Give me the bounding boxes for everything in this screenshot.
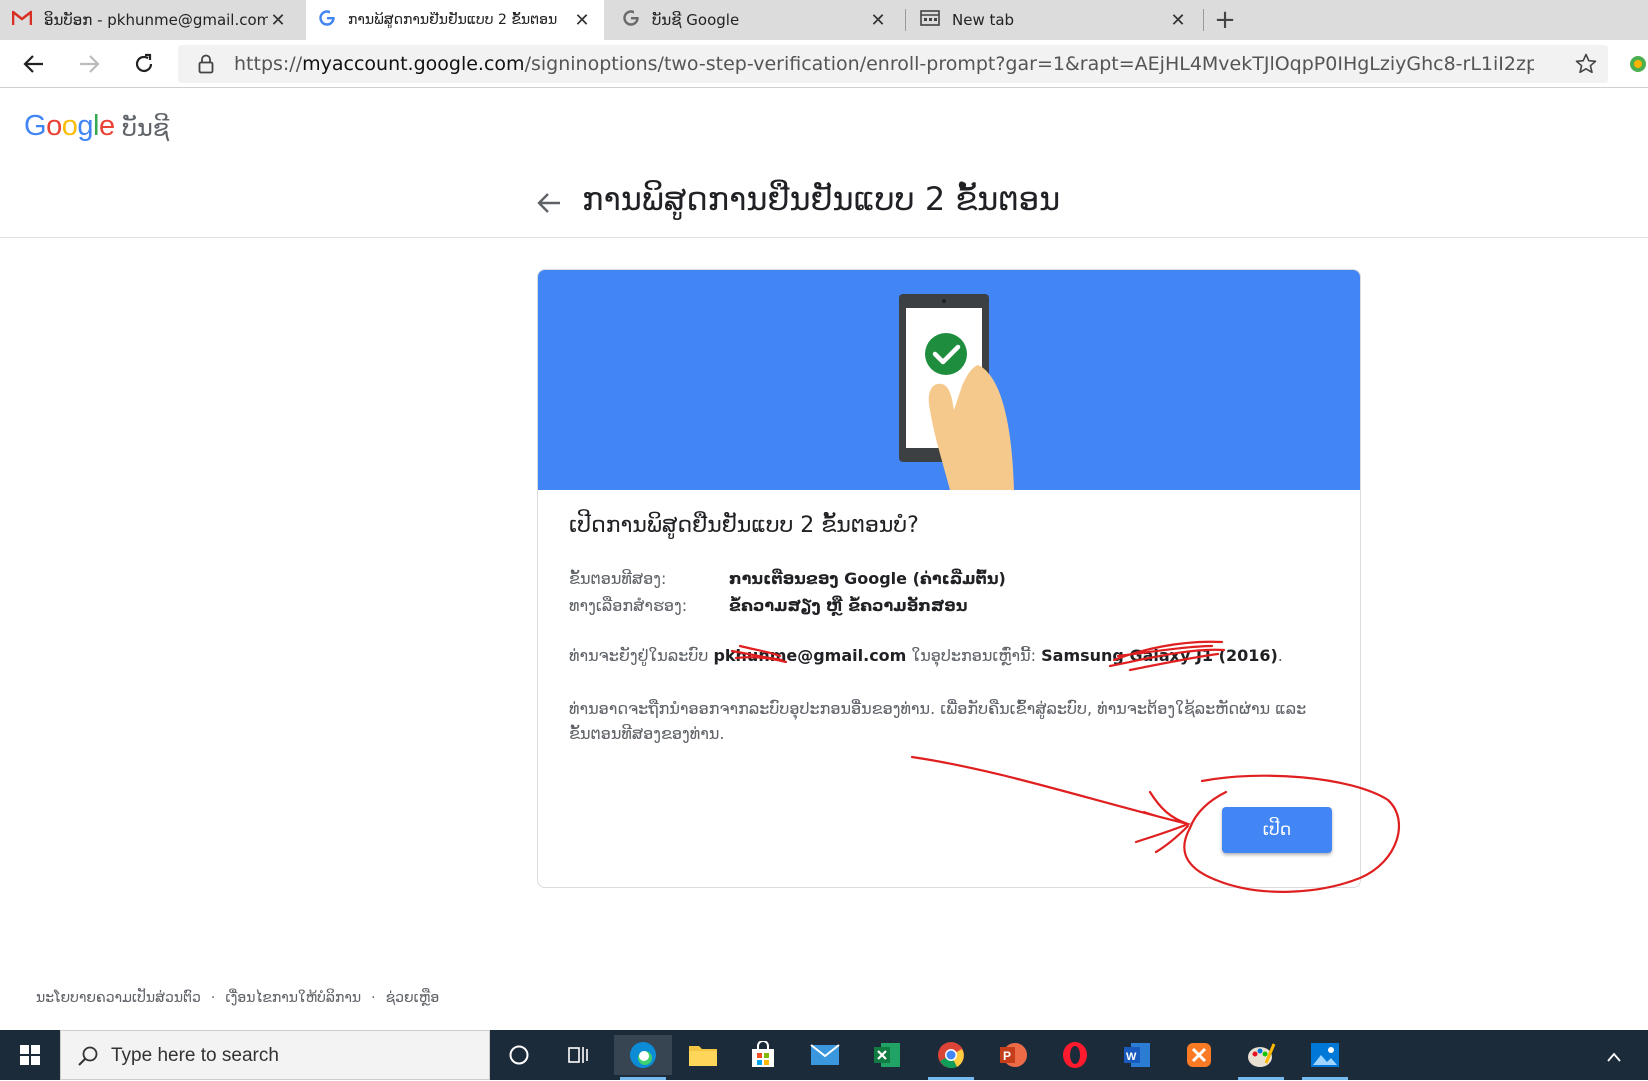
browser-toolbar: https://myaccount.google.com/signinoptio… bbox=[0, 40, 1648, 88]
browser-tab-strip: ອິນບັອກ - pkhunme@gmail.com - ✕ ການພິສູດ… bbox=[0, 0, 1648, 40]
search-placeholder: Type here to search bbox=[111, 1045, 279, 1066]
extension-icon[interactable] bbox=[1628, 54, 1648, 78]
chevron-up-icon[interactable] bbox=[1606, 1048, 1622, 1067]
url-text: https://myaccount.google.com/signinoptio… bbox=[234, 45, 1534, 83]
footer-separator: · bbox=[210, 990, 216, 1006]
close-icon[interactable]: ✕ bbox=[868, 10, 888, 31]
new-tab-button[interactable]: + bbox=[1210, 4, 1240, 36]
refresh-button[interactable] bbox=[128, 48, 160, 80]
start-button[interactable] bbox=[0, 1030, 60, 1080]
back-arrow-icon[interactable] bbox=[536, 190, 562, 216]
privacy-link[interactable]: ນະໂຍບາຍຄວາມເປັນສ່ວນຕົວ bbox=[36, 990, 201, 1006]
taskbar-search-box[interactable]: Type here to search bbox=[60, 1030, 490, 1080]
logo-letter: e bbox=[98, 110, 115, 142]
svg-text:P: P bbox=[1003, 1049, 1011, 1063]
account-email: pkhunme@gmail.com bbox=[713, 646, 907, 665]
second-step-label: ຂັ້ນຕອນທີສອງ: bbox=[569, 569, 667, 588]
logo-letter: o bbox=[46, 110, 62, 142]
logo-letter: G bbox=[24, 110, 47, 142]
header-divider bbox=[0, 237, 1648, 238]
lock-icon[interactable] bbox=[198, 54, 214, 78]
edge-icon[interactable] bbox=[614, 1035, 672, 1080]
gmail-icon bbox=[11, 10, 33, 30]
xampp-icon[interactable] bbox=[1170, 1035, 1228, 1075]
tab-title: New tab bbox=[952, 11, 1015, 29]
back-arrow-icon bbox=[23, 55, 43, 73]
url-host: myaccount.google.com bbox=[302, 53, 525, 75]
logo-letter: o bbox=[61, 110, 78, 142]
paint-icon[interactable] bbox=[1232, 1035, 1290, 1080]
tab-google-account[interactable]: ບັນຊີ Google ✕ bbox=[610, 0, 900, 40]
backup-option-value: ຂໍ້ຄວາມສຽງ ຫຼື ຂໍ້ຄວາມອັກສອນ bbox=[729, 596, 968, 615]
tab-divider bbox=[905, 9, 906, 31]
help-link[interactable]: ຊ່ວຍເຫຼືອ bbox=[386, 990, 440, 1006]
tab-title: ບັນຊີ Google bbox=[652, 11, 740, 29]
address-bar[interactable]: https://myaccount.google.com/signinoptio… bbox=[178, 45, 1608, 83]
google-logo[interactable]: Google bbox=[24, 110, 115, 143]
tab-new-tab[interactable]: New tab ✕ bbox=[908, 0, 1200, 40]
opera-icon[interactable] bbox=[1046, 1035, 1104, 1075]
google-g-icon bbox=[622, 9, 640, 31]
svg-text:W: W bbox=[1126, 1051, 1137, 1063]
signout-note: ທ່ານອາດຈະຖືກນຳອອກຈາກລະບົບອຸປະກອນອື່ນຂອງທ… bbox=[569, 699, 1307, 743]
powerpoint-icon[interactable]: P bbox=[984, 1035, 1042, 1075]
check-circle-icon bbox=[925, 333, 967, 375]
second-step-value: ການເຕືອນຂອງ Google (ຄ່າເລີ່ມຕົ້ນ) bbox=[729, 569, 1006, 588]
chrome-icon[interactable] bbox=[922, 1035, 980, 1080]
card-heading: ເປີດການພິສູດຢືນຢັນແບບ 2 ຂັ້ນຕອນບໍ? bbox=[569, 513, 919, 538]
photos-icon[interactable] bbox=[1296, 1035, 1354, 1080]
close-icon[interactable]: ✕ bbox=[1168, 10, 1188, 31]
signed-in-prefix: ທ່ານຈະຍັງຢູ່ໃນລະບົບ bbox=[569, 646, 709, 665]
account-label: ບັນຊີ bbox=[122, 114, 170, 142]
google-g-icon bbox=[318, 9, 336, 31]
logo-letter: g bbox=[77, 110, 93, 142]
mail-icon[interactable] bbox=[796, 1035, 854, 1075]
store-icon[interactable] bbox=[734, 1035, 792, 1075]
signed-in-suffix: . bbox=[1277, 646, 1283, 665]
back-button[interactable] bbox=[18, 48, 50, 80]
tab-inbox[interactable]: ອິນບັອກ - pkhunme@gmail.com - ✕ bbox=[0, 0, 300, 40]
url-prefix: https:// bbox=[234, 53, 303, 75]
backup-option-label: ທາງເລືອກສຳຮອງ: bbox=[569, 596, 688, 615]
footer-separator: · bbox=[371, 990, 376, 1006]
windows-logo-icon bbox=[20, 1045, 40, 1065]
tab-title: ອິນບັອກ - pkhunme@gmail.com - bbox=[44, 11, 268, 29]
word-icon[interactable]: W bbox=[1108, 1035, 1166, 1075]
file-explorer-icon[interactable] bbox=[674, 1035, 732, 1075]
signed-in-devices-text: ທ່ານຈະຍັງຢູ່ໃນລະບົບ pkhunme@gmail.com ໃນ… bbox=[569, 646, 1283, 665]
tab-title: ການພິສູດການຢືນຢັນແບບ 2 ຂັ້ນຕອນ bbox=[348, 12, 558, 28]
forward-button[interactable] bbox=[73, 48, 105, 80]
enroll-prompt-card: ເປີດການພິສູດຢືນຢັນແບບ 2 ຂັ້ນຕອນບໍ? ຂັ້ນຕ… bbox=[537, 269, 1361, 888]
terms-link[interactable]: ເງື່ອນໄຂການໃຫ້ບໍລິການ bbox=[225, 990, 361, 1006]
card-banner bbox=[538, 270, 1360, 490]
page-footer: ນະໂຍບາຍຄວາມເປັນສ່ວນຕົວ · ເງື່ອນໄຂການໃຫ້ບໍລ… bbox=[36, 990, 439, 1006]
favorite-star-icon[interactable] bbox=[1574, 52, 1598, 80]
phone-confirmation-illustration bbox=[899, 294, 1014, 490]
excel-icon[interactable] bbox=[858, 1035, 916, 1075]
windows-taskbar: Type here to search P W bbox=[0, 1030, 1648, 1080]
turn-on-button[interactable]: ເປີດ bbox=[1222, 807, 1332, 853]
forward-arrow-icon bbox=[80, 55, 100, 73]
device-name: Samsung Galaxy J1 (2016) bbox=[1041, 646, 1278, 665]
close-icon[interactable]: ✕ bbox=[572, 10, 592, 31]
refresh-icon bbox=[135, 53, 153, 73]
page-title: ການພິສູດການຢືນຢັນແບບ 2 ຂັ້ນຕອນ bbox=[582, 180, 1061, 218]
close-icon[interactable]: ✕ bbox=[268, 10, 288, 31]
search-icon bbox=[78, 1046, 98, 1066]
tab-two-step-verification[interactable]: ການພິສູດການຢືນຢັນແບບ 2 ຂັ້ນຕອນ ✕ bbox=[306, 0, 604, 40]
task-view-icon[interactable] bbox=[550, 1035, 608, 1075]
signed-in-middle: ໃນອຸປະກອນເຫຼົ່ານີ້: bbox=[911, 646, 1037, 665]
url-path: /signinoptions/two-step-verification/enr… bbox=[524, 53, 1534, 75]
tab-divider bbox=[1203, 9, 1204, 31]
new-tab-page-icon bbox=[920, 10, 940, 30]
cortana-circle-icon[interactable] bbox=[490, 1035, 548, 1075]
